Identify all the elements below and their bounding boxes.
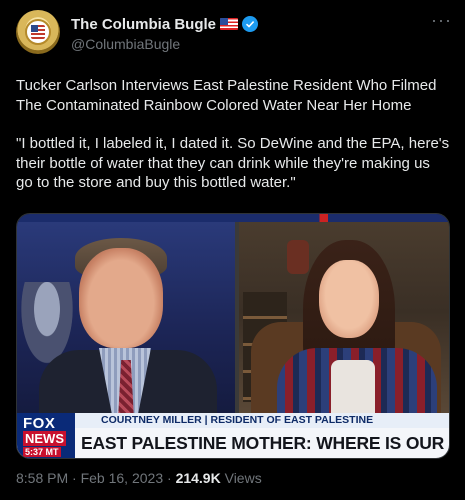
logo-bottom-text: NEWS bbox=[23, 431, 66, 446]
lower-third-name: COURTNEY MILLER | RESIDENT OF EAST PALES… bbox=[101, 414, 374, 426]
logo-top-text: FOX bbox=[23, 415, 56, 432]
lamp-graphic bbox=[287, 240, 309, 274]
lower-third-name-bar: COURTNEY MILLER | RESIDENT OF EAST PALES… bbox=[17, 413, 449, 428]
tweet-time[interactable]: 8:58 PM bbox=[16, 470, 68, 486]
avatar-seal-icon bbox=[25, 19, 51, 45]
views-label: Views bbox=[220, 470, 262, 486]
tweet-paragraph: Tucker Carlson Interviews East Palestine… bbox=[16, 77, 437, 114]
views-count[interactable]: 214.9K bbox=[176, 470, 221, 486]
broadcast-clock: 5:37 MT bbox=[23, 447, 61, 457]
lower-third-headline-bar: EAST PALESTINE MOTHER: WHERE IS OUR HELP… bbox=[17, 428, 449, 458]
us-flag-icon bbox=[220, 18, 239, 30]
tweet-paragraph: "I bottled it, I labeled it, I dated it.… bbox=[16, 135, 450, 191]
display-name[interactable]: The Columbia Bugle bbox=[71, 16, 216, 33]
host-face bbox=[79, 248, 163, 348]
tweet-meta: 8:58 PM · Feb 16, 2023 · 214.9K Views bbox=[16, 470, 262, 486]
more-options-icon[interactable]: ··· bbox=[431, 11, 452, 29]
meta-separator: · bbox=[68, 470, 81, 486]
tweet: The Columbia Bugle @ColumbiaBugle ··· Tu… bbox=[0, 0, 465, 500]
handle[interactable]: @ColumbiaBugle bbox=[71, 36, 180, 52]
avatar[interactable] bbox=[16, 10, 60, 54]
meta-separator: · bbox=[163, 470, 176, 486]
author-row: The Columbia Bugle bbox=[71, 14, 259, 34]
video-media[interactable]: COURTNEY MILLER | RESIDENT OF EAST PALES… bbox=[16, 213, 450, 459]
guest-face bbox=[319, 260, 379, 338]
fox-news-logo: FOX NEWS 5:37 MT bbox=[17, 413, 75, 458]
verified-badge-icon[interactable] bbox=[242, 16, 259, 32]
tweet-text: Tucker Carlson Interviews East Palestine… bbox=[16, 76, 450, 212]
host-video-pane bbox=[17, 222, 235, 422]
tweet-date[interactable]: Feb 16, 2023 bbox=[81, 470, 164, 486]
guest-video-pane bbox=[239, 222, 449, 422]
lower-third-headline: EAST PALESTINE MOTHER: WHERE IS OUR HELP… bbox=[81, 433, 449, 453]
broadcast-top-strip bbox=[17, 214, 449, 222]
